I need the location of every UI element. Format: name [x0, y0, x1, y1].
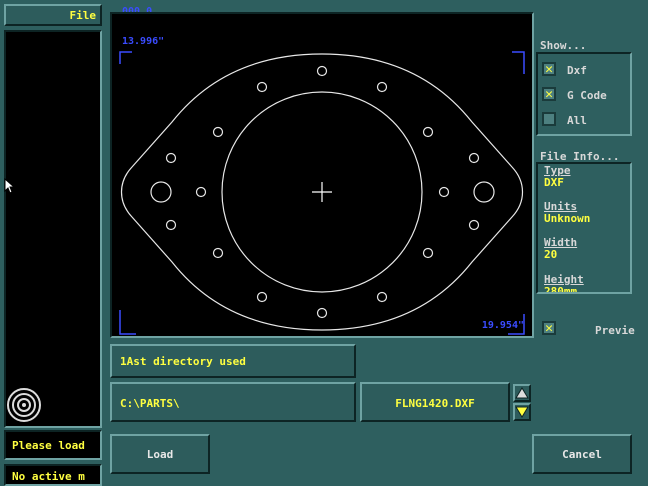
units-value: Unknown — [544, 212, 591, 225]
load-button-label: Load — [146, 447, 174, 461]
load-button[interactable]: Load — [110, 434, 210, 474]
file-menu-bar[interactable]: File — [4, 4, 102, 26]
filename-text: FLNG1420.DXF — [395, 397, 475, 410]
target-icon — [7, 388, 41, 422]
height-value: 280mm — [544, 285, 578, 294]
status-box-1: Please load — [4, 430, 102, 460]
preview-checkbox[interactable]: ✕ — [542, 321, 556, 335]
file-list-panel[interactable] — [4, 30, 102, 428]
file-menu-label: File — [69, 9, 97, 22]
file-info-box: Type DXF Units Unknown Width 20 Height 2… — [536, 162, 632, 294]
top-dimension-label: 13.996" — [122, 36, 165, 47]
status-text-2: No active m — [12, 470, 85, 483]
filename-input[interactable]: FLNG1420.DXF — [360, 382, 510, 422]
drawing-preview-canvas[interactable]: 13.996" 19.954" — [110, 12, 534, 338]
directory-text: 1Ast directory used — [120, 355, 246, 368]
path-input[interactable]: C:\PARTS\ — [110, 382, 356, 422]
triangle-down-icon — [515, 406, 529, 418]
status-box-2: No active m — [4, 464, 102, 486]
gcode-checkbox-label: G Code — [567, 89, 607, 102]
scroll-up-button[interactable] — [513, 384, 531, 402]
cursor-icon — [4, 178, 16, 194]
cancel-button-label: Cancel — [562, 447, 602, 461]
crosshair-icon — [312, 182, 332, 202]
show-section-title: Show... — [540, 39, 587, 52]
preview-checkbox-label: Previe — [595, 324, 635, 337]
path-text: C:\PARTS\ — [120, 397, 180, 410]
all-checkbox[interactable] — [542, 112, 556, 126]
dxf-checkbox-label: Dxf — [567, 64, 587, 77]
scroll-down-button[interactable] — [513, 403, 531, 421]
flange-drawing — [119, 51, 525, 335]
gcode-checkbox[interactable]: ✕ — [542, 87, 556, 101]
triangle-up-icon — [515, 387, 529, 399]
all-checkbox-label: All — [567, 114, 587, 127]
bottom-dimension-label: 19.954" — [481, 320, 524, 331]
width-value: 20 — [544, 248, 558, 261]
dxf-checkbox[interactable]: ✕ — [542, 62, 556, 76]
directory-dropdown[interactable]: 1Ast directory used — [110, 344, 356, 378]
cancel-button[interactable]: Cancel — [532, 434, 632, 474]
status-text-1: Please load — [12, 439, 85, 452]
type-value: DXF — [544, 176, 564, 189]
